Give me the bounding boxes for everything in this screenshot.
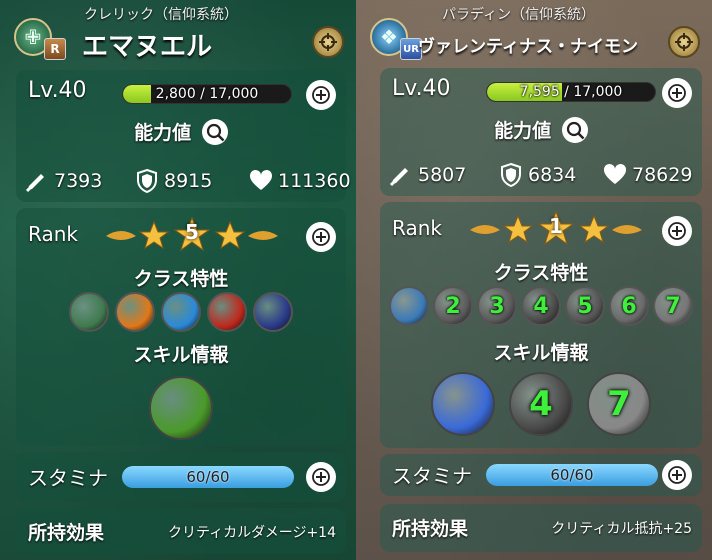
traits-title: クラス特性 (133, 268, 229, 290)
heart-icon (603, 163, 627, 184)
crosshair-button[interactable] (312, 26, 344, 58)
attack-stat: 7393 (24, 168, 102, 194)
xp-bar: 7,595 / 17,000 (486, 82, 656, 102)
skills-title: スキル情報 (493, 342, 589, 364)
gem-icon[interactable] (161, 292, 201, 332)
crosshair-icon (319, 33, 337, 51)
rank-number: 5 (185, 220, 199, 244)
stamina-bar: 60/60 (486, 464, 658, 486)
attack-stat: 5807 (388, 162, 466, 188)
rank-emblem: 5 (102, 216, 282, 252)
level-label: Lv.40 (28, 78, 87, 103)
stamina-add-button[interactable] (662, 460, 692, 490)
plus-icon (668, 84, 686, 102)
crosshair-icon (675, 33, 693, 51)
locked-trait-icon[interactable]: 5 (565, 286, 605, 326)
character-header: ❖ UR パラディン（信仰系統） ヴァレンティナス・ナイモン (356, 0, 712, 62)
traits-row (16, 292, 346, 332)
magnifier-icon (566, 121, 585, 139)
effect-value: クリティカル抵抗+25 (551, 521, 692, 537)
character-panel-right: ❖ UR パラディン（信仰系統） ヴァレンティナス・ナイモン Lv.40 7,5… (356, 0, 712, 560)
locked-trait-icon[interactable]: 6 (609, 286, 649, 326)
stamina-card: スタミナ 60/60 (380, 454, 702, 496)
shield-icon (137, 168, 157, 194)
locked-skill-icon[interactable]: 7 (587, 372, 651, 436)
heart-icon[interactable] (115, 292, 155, 332)
effect-label: 所持効果 (392, 518, 469, 540)
character-name: ヴァレンティナス・ナイモン (418, 37, 638, 57)
xp-text: 2,800 / 17,000 (155, 86, 259, 102)
sword-icon[interactable] (207, 292, 247, 332)
potion-icon[interactable] (149, 376, 213, 440)
shield-grid-icon[interactable] (253, 292, 293, 332)
character-header: ✙ R クレリック（信仰系統） エマヌエル (0, 0, 356, 62)
sword-icon (389, 168, 408, 187)
rank-up-button[interactable] (662, 216, 692, 246)
stats-detail-button[interactable] (561, 116, 588, 143)
rank-up-button[interactable] (306, 222, 336, 252)
skills-row (16, 376, 346, 440)
hp-stat: 111360 (248, 168, 351, 194)
stats-title: 能力値 (494, 120, 552, 142)
stats-card: Lv.40 7,595 / 17,000 能力値 5807 6834 78629 (380, 68, 702, 196)
plus-icon (668, 222, 686, 240)
rarity-badge: R (44, 38, 66, 60)
class-label: クレリック（信仰系統） (84, 7, 238, 23)
rank-label: Rank (392, 216, 442, 240)
crosshair-button[interactable] (668, 26, 700, 58)
cleric-icon[interactable] (69, 292, 109, 332)
locked-skill-icon[interactable]: 4 (509, 372, 573, 436)
shield-icon (501, 162, 521, 188)
stamina-label: スタミナ (28, 466, 108, 490)
skills-row: 47 (380, 372, 702, 436)
xp-bar: 2,800 / 17,000 (122, 84, 292, 104)
heart-icon (249, 169, 273, 190)
effect-card: 所持効果 クリティカルダメージ+14 (16, 508, 346, 554)
sword-icon (25, 174, 44, 193)
character-panel-left: ✙ R クレリック（信仰系統） エマヌエル Lv.40 2,800 / 17,0… (0, 0, 356, 560)
plus-icon (312, 228, 330, 246)
locked-trait-icon[interactable]: 2 (433, 286, 473, 326)
stamina-text: 60/60 (186, 468, 230, 486)
level-up-button[interactable] (662, 78, 692, 108)
xp-text: 7,595 / 17,000 (519, 84, 623, 100)
effect-card: 所持効果 クリティカル抵抗+25 (380, 504, 702, 552)
rank-card: Rank 1 クラス特性 234567 スキル情報 47 (380, 202, 702, 448)
plus-icon (668, 466, 686, 484)
plus-icon (312, 86, 330, 104)
traits-row: 234567 (380, 286, 702, 326)
stats-detail-button[interactable] (201, 118, 228, 145)
traits-title: クラス特性 (493, 262, 589, 284)
locked-trait-icon[interactable]: 3 (477, 286, 517, 326)
locked-trait-icon[interactable]: 7 (653, 286, 693, 326)
defense-stat: 8915 (134, 168, 212, 194)
plus-icon (312, 468, 330, 486)
character-name: エマヌエル (82, 32, 213, 62)
effect-value: クリティカルダメージ+14 (167, 525, 336, 541)
rank-card: Rank 5 クラス特性 スキル情報 (16, 208, 346, 446)
stat-row: 7393 8915 111360 (24, 168, 351, 196)
stats-card: Lv.40 2,800 / 17,000 能力値 7393 8915 11136… (16, 70, 351, 202)
level-label: Lv.40 (392, 76, 451, 101)
locked-trait-icon[interactable]: 4 (521, 286, 561, 326)
stamina-card: スタミナ 60/60 (16, 452, 346, 502)
stamina-label: スタミナ (392, 464, 472, 488)
paladin-icon[interactable] (389, 286, 429, 326)
rank-label: Rank (28, 222, 78, 246)
effect-label: 所持効果 (28, 522, 105, 544)
stamina-add-button[interactable] (306, 462, 336, 492)
stamina-bar: 60/60 (122, 466, 294, 488)
magnifier-icon (206, 123, 225, 141)
rank-emblem: 1 (466, 210, 646, 246)
stat-row: 5807 6834 78629 (388, 162, 694, 190)
holy-burst-icon[interactable] (431, 372, 495, 436)
hp-stat: 78629 (602, 162, 692, 188)
class-label: パラディン（信仰系統） (442, 7, 596, 23)
stamina-text: 60/60 (550, 466, 594, 484)
defense-stat: 6834 (498, 162, 576, 188)
skills-title: スキル情報 (133, 344, 229, 366)
level-up-button[interactable] (306, 80, 336, 110)
rank-number: 1 (549, 214, 563, 238)
stats-title: 能力値 (134, 122, 192, 144)
